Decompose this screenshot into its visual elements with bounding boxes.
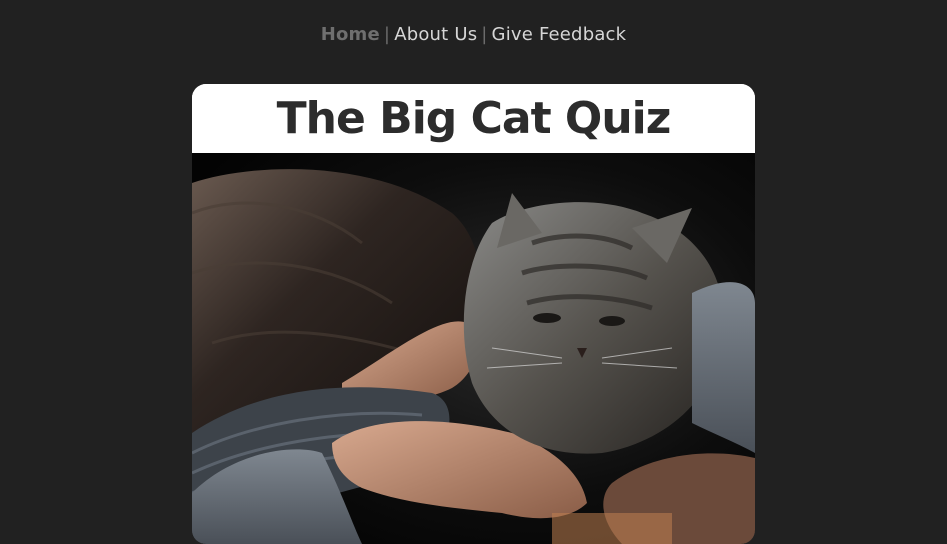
quiz-card-header: The Big Cat Quiz — [192, 84, 755, 153]
hero-photo — [192, 153, 755, 544]
girl-with-cat-image — [192, 153, 755, 544]
top-nav: Home | About Us | Give Feedback — [0, 24, 947, 45]
quiz-card: The Big Cat Quiz — [192, 84, 755, 544]
nav-link-give-feedback[interactable]: Give Feedback — [492, 24, 627, 45]
nav-link-about-us[interactable]: About Us — [394, 24, 477, 45]
nav-separator: | — [481, 24, 488, 45]
quiz-title: The Big Cat Quiz — [276, 93, 672, 144]
nav-separator: | — [383, 24, 391, 45]
nav-link-home[interactable]: Home — [321, 24, 380, 45]
